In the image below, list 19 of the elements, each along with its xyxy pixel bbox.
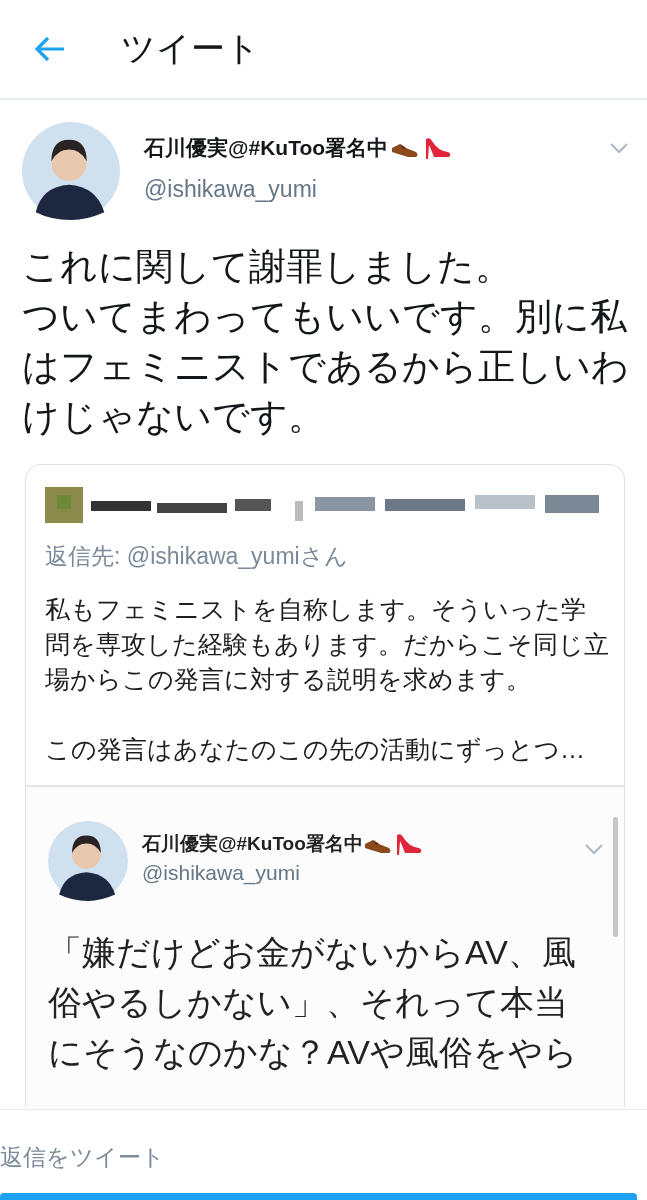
author-name: 石川優実@#KuToo署名中: [142, 832, 363, 856]
quoted-tweet-text: この発言はあなたのこの先の活動にずっとつ…: [45, 734, 586, 765]
avatar-icon[interactable]: [22, 122, 120, 220]
author-name[interactable]: 石川優実@#KuToo署名中: [144, 134, 389, 162]
screenshot-tweet-text: 「嫌だけどお金がないからAV、風: [48, 932, 577, 973]
page-title: ツイート: [121, 28, 260, 69]
screenshot-tweet-text: にそうなのかな？AVや風俗をやら: [48, 1032, 579, 1073]
tweet-text: これに関して謝罪しました。: [22, 245, 513, 289]
chevron-down-icon[interactable]: [584, 843, 604, 855]
reply-to-text: 返信先: @ishikawa_yumiさん: [45, 542, 349, 571]
avatar-icon[interactable]: [48, 821, 128, 901]
back-arrow-icon[interactable]: [34, 35, 66, 63]
chevron-down-icon[interactable]: [609, 142, 629, 154]
author-handle: @ishikawa_yumi: [142, 861, 301, 885]
screenshot-tweet-text: 俗やるしかない」、それって本当: [48, 982, 569, 1023]
quoted-tweet-text: 私もフェミニストを自称します。そういった学問を専攻した経験もあります。だからこそ同じ立場からこの発言に対する説明を求めます。: [45, 594, 610, 695]
tweet-text: ついてまわってもいいです。別に私はフェミニストであるから正しいわけじゃないです。: [22, 295, 630, 439]
reply-input-field[interactable]: 返信をツイート: [0, 1144, 600, 1171]
author-handle[interactable]: @ishikawa_yumi: [144, 176, 609, 203]
